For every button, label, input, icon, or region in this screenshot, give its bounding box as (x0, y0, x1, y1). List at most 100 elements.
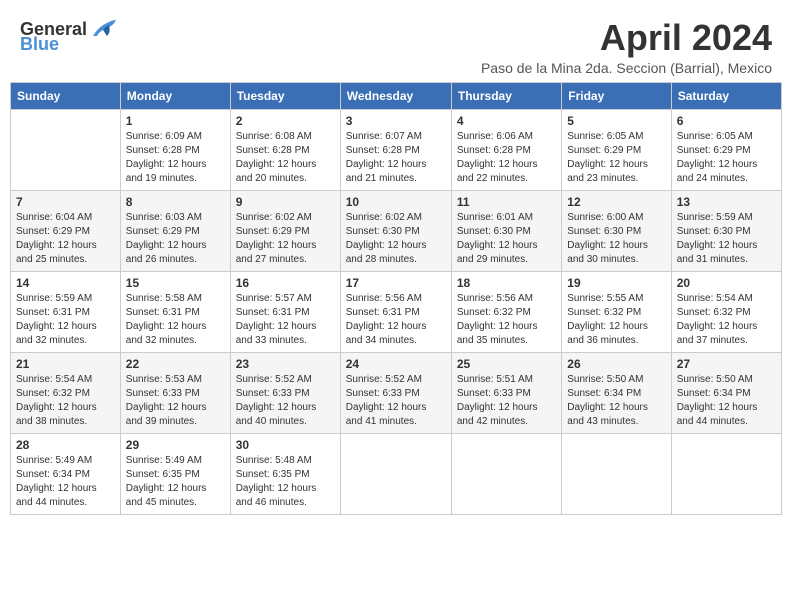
calendar-cell: 23Sunrise: 5:52 AM Sunset: 6:33 PM Dayli… (230, 352, 340, 433)
day-info: Sunrise: 5:51 AM Sunset: 6:33 PM Dayligh… (457, 373, 556, 429)
day-info: Sunrise: 5:50 AM Sunset: 6:34 PM Dayligh… (677, 373, 776, 429)
day-info: Sunrise: 5:53 AM Sunset: 6:33 PM Dayligh… (126, 373, 225, 429)
day-number: 15 (126, 276, 225, 290)
calendar-cell (451, 433, 561, 514)
title-block: April 2024 Paso de la Mina 2da. Seccion … (481, 18, 772, 76)
calendar-week-row: 14 Sunrise: 5:59 AM Sunset: 6:31 PM Dayli… (11, 271, 782, 352)
calendar-cell: 11 Sunrise: 6:01 AM Sunset: 6:30 PM Dayli… (451, 190, 561, 271)
day-info: Sunrise: 6:05 AM Sunset: 6:29 PM Dayligh… (567, 130, 665, 186)
calendar-cell: 20Sunrise: 5:54 AM Sunset: 6:32 PM Dayli… (671, 271, 781, 352)
day-header-wednesday: Wednesday (340, 82, 451, 109)
day-number: 9 (236, 195, 335, 209)
calendar-cell (562, 433, 671, 514)
day-info: Sunrise: 5:49 AM Sunset: 6:34 PM Dayligh… (16, 454, 115, 510)
calendar-cell: 5 Sunrise: 6:05 AM Sunset: 6:29 PM Daylig… (562, 109, 671, 190)
day-number: 28 (16, 438, 115, 452)
calendar-cell: 24 Sunrise: 5:52 AM Sunset: 6:33 PM Dayli… (340, 352, 451, 433)
day-info: Sunrise: 5:49 AM Sunset: 6:35 PM Dayligh… (126, 454, 225, 510)
day-info: Sunrise: 6:02 AM Sunset: 6:29 PM Dayligh… (236, 211, 335, 267)
day-header-thursday: Thursday (451, 82, 561, 109)
calendar-cell (11, 109, 121, 190)
day-number: 10 (346, 195, 446, 209)
day-info: Sunrise: 5:59 AM Sunset: 6:31 PM Dayligh… (16, 292, 115, 348)
calendar-week-row: 1 Sunrise: 6:09 AM Sunset: 6:28 PM Daylig… (11, 109, 782, 190)
calendar-cell: 28 Sunrise: 5:49 AM Sunset: 6:34 PM Dayli… (11, 433, 121, 514)
day-number: 1 (126, 114, 225, 128)
day-info: Sunrise: 6:01 AM Sunset: 6:30 PM Dayligh… (457, 211, 556, 267)
day-header-tuesday: Tuesday (230, 82, 340, 109)
day-number: 24 (346, 357, 446, 371)
calendar-cell: 17 Sunrise: 5:56 AM Sunset: 6:31 PM Dayli… (340, 271, 451, 352)
day-info: Sunrise: 5:59 AM Sunset: 6:30 PM Dayligh… (677, 211, 776, 267)
logo-blue: Blue (20, 34, 59, 55)
day-info: Sunrise: 6:03 AM Sunset: 6:29 PM Dayligh… (126, 211, 225, 267)
day-info: Sunrise: 6:02 AM Sunset: 6:30 PM Dayligh… (346, 211, 446, 267)
month-title: April 2024 (481, 18, 772, 58)
day-number: 18 (457, 276, 556, 290)
day-info: Sunrise: 6:08 AM Sunset: 6:28 PM Dayligh… (236, 130, 335, 186)
day-info: Sunrise: 6:04 AM Sunset: 6:29 PM Dayligh… (16, 211, 115, 267)
day-number: 19 (567, 276, 665, 290)
calendar-table: SundayMondayTuesdayWednesdayThursdayFrid… (10, 82, 782, 515)
day-number: 4 (457, 114, 556, 128)
calendar-cell: 1 Sunrise: 6:09 AM Sunset: 6:28 PM Daylig… (120, 109, 230, 190)
calendar-cell: 2Sunrise: 6:08 AM Sunset: 6:28 PM Daylig… (230, 109, 340, 190)
calendar-cell: 21 Sunrise: 5:54 AM Sunset: 6:32 PM Dayli… (11, 352, 121, 433)
day-number: 14 (16, 276, 115, 290)
logo-bird-icon (89, 18, 117, 40)
header-row: SundayMondayTuesdayWednesdayThursdayFrid… (11, 82, 782, 109)
day-header-friday: Friday (562, 82, 671, 109)
day-info: Sunrise: 5:52 AM Sunset: 6:33 PM Dayligh… (346, 373, 446, 429)
day-info: Sunrise: 5:55 AM Sunset: 6:32 PM Dayligh… (567, 292, 665, 348)
day-header-saturday: Saturday (671, 82, 781, 109)
calendar-cell: 4Sunrise: 6:06 AM Sunset: 6:28 PM Daylig… (451, 109, 561, 190)
calendar-cell: 19 Sunrise: 5:55 AM Sunset: 6:32 PM Dayli… (562, 271, 671, 352)
day-number: 6 (677, 114, 776, 128)
day-info: Sunrise: 6:09 AM Sunset: 6:28 PM Dayligh… (126, 130, 225, 186)
day-number: 29 (126, 438, 225, 452)
day-number: 12 (567, 195, 665, 209)
calendar-cell: 29 Sunrise: 5:49 AM Sunset: 6:35 PM Dayli… (120, 433, 230, 514)
location-title: Paso de la Mina 2da. Seccion (Barrial), … (481, 60, 772, 76)
day-number: 26 (567, 357, 665, 371)
calendar-cell: 12 Sunrise: 6:00 AM Sunset: 6:30 PM Dayli… (562, 190, 671, 271)
day-number: 30 (236, 438, 335, 452)
day-number: 8 (126, 195, 225, 209)
calendar-cell: 8 Sunrise: 6:03 AM Sunset: 6:29 PM Daylig… (120, 190, 230, 271)
day-info: Sunrise: 5:57 AM Sunset: 6:31 PM Dayligh… (236, 292, 335, 348)
calendar-cell: 30 Sunrise: 5:48 AM Sunset: 6:35 PM Dayli… (230, 433, 340, 514)
day-info: Sunrise: 5:56 AM Sunset: 6:32 PM Dayligh… (457, 292, 556, 348)
day-info: Sunrise: 5:56 AM Sunset: 6:31 PM Dayligh… (346, 292, 446, 348)
calendar-cell: 26 Sunrise: 5:50 AM Sunset: 6:34 PM Dayli… (562, 352, 671, 433)
calendar-cell: 22 Sunrise: 5:53 AM Sunset: 6:33 PM Dayli… (120, 352, 230, 433)
day-info: Sunrise: 5:48 AM Sunset: 6:35 PM Dayligh… (236, 454, 335, 510)
calendar-cell: 16Sunrise: 5:57 AM Sunset: 6:31 PM Dayli… (230, 271, 340, 352)
day-number: 21 (16, 357, 115, 371)
day-number: 27 (677, 357, 776, 371)
day-info: Sunrise: 5:50 AM Sunset: 6:34 PM Dayligh… (567, 373, 665, 429)
calendar-cell: 15 Sunrise: 5:58 AM Sunset: 6:31 PM Dayli… (120, 271, 230, 352)
day-info: Sunrise: 5:52 AM Sunset: 6:33 PM Dayligh… (236, 373, 335, 429)
day-number: 13 (677, 195, 776, 209)
day-info: Sunrise: 6:00 AM Sunset: 6:30 PM Dayligh… (567, 211, 665, 267)
day-number: 17 (346, 276, 446, 290)
calendar-week-row: 21 Sunrise: 5:54 AM Sunset: 6:32 PM Dayli… (11, 352, 782, 433)
calendar-cell: 18 Sunrise: 5:56 AM Sunset: 6:32 PM Dayli… (451, 271, 561, 352)
day-info: Sunrise: 5:54 AM Sunset: 6:32 PM Dayligh… (677, 292, 776, 348)
calendar-cell: 27 Sunrise: 5:50 AM Sunset: 6:34 PM Dayli… (671, 352, 781, 433)
calendar-cell (671, 433, 781, 514)
day-header-monday: Monday (120, 82, 230, 109)
day-number: 3 (346, 114, 446, 128)
calendar-week-row: 28 Sunrise: 5:49 AM Sunset: 6:34 PM Dayli… (11, 433, 782, 514)
day-info: Sunrise: 5:54 AM Sunset: 6:32 PM Dayligh… (16, 373, 115, 429)
day-info: Sunrise: 5:58 AM Sunset: 6:31 PM Dayligh… (126, 292, 225, 348)
day-header-sunday: Sunday (11, 82, 121, 109)
day-number: 11 (457, 195, 556, 209)
calendar-cell: 9 Sunrise: 6:02 AM Sunset: 6:29 PM Daylig… (230, 190, 340, 271)
calendar-week-row: 7Sunrise: 6:04 AM Sunset: 6:29 PM Daylig… (11, 190, 782, 271)
day-number: 25 (457, 357, 556, 371)
day-number: 5 (567, 114, 665, 128)
calendar-cell: 7Sunrise: 6:04 AM Sunset: 6:29 PM Daylig… (11, 190, 121, 271)
calendar-cell: 3Sunrise: 6:07 AM Sunset: 6:28 PM Daylig… (340, 109, 451, 190)
day-number: 22 (126, 357, 225, 371)
